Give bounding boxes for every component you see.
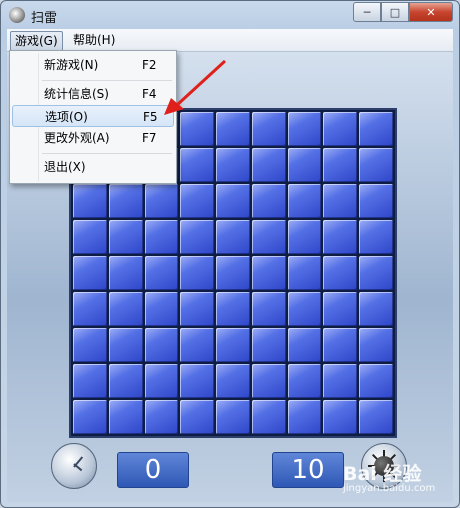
minesweeper-window: 扫雷 ─ □ ✕ 游戏(G) 帮助(H) 0 10 新游戏(N) F2 统计信息… (0, 0, 460, 508)
watermark-url: jingyan.baidu.com (343, 483, 436, 494)
watermark-brand: Bai 经验 (343, 463, 422, 485)
red-annotation-arrow (164, 59, 227, 115)
